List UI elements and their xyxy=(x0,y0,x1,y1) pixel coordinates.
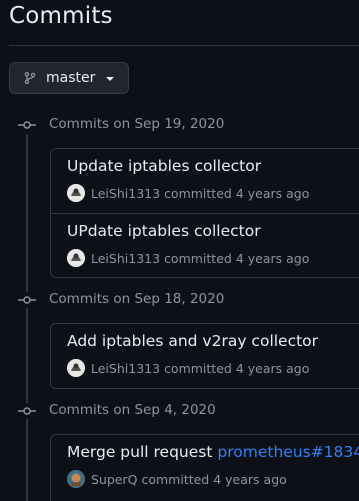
git-branch-icon xyxy=(23,71,37,85)
commit-author[interactable]: LeiShi1313 xyxy=(91,361,160,376)
git-commit-icon xyxy=(18,292,36,308)
commit-time: 4 years ago xyxy=(213,471,287,487)
commit-group-date: Commits on Sep 18, 2020 xyxy=(49,291,225,307)
git-commit-icon xyxy=(18,403,36,419)
commit-row: UPdate iptables collector LeiShi1313 com… xyxy=(51,213,359,277)
timeline-line xyxy=(26,134,28,501)
git-commit-icon xyxy=(18,117,36,133)
commit-row: Add iptables and v2ray collector LeiShi1… xyxy=(51,324,359,388)
commit-meta: LeiShi1313 committed 4 years ago xyxy=(67,359,309,377)
pull-request-link[interactable]: prometheus#1834 xyxy=(217,443,359,461)
commit-group-date: Commits on Sep 19, 2020 xyxy=(49,116,225,132)
commit-time: 4 years ago xyxy=(235,185,310,201)
avatar[interactable] xyxy=(67,470,85,488)
avatar[interactable] xyxy=(67,184,85,202)
commit-author[interactable]: LeiShi1313 xyxy=(91,251,160,266)
commit-message[interactable]: Add iptables and v2ray collector xyxy=(67,332,318,350)
commit-row: Merge pull request prometheus#1834 f Sup… xyxy=(51,435,359,499)
commit-action: committed xyxy=(164,250,232,266)
commit-action: committed xyxy=(164,185,232,201)
commit-time: 4 years ago xyxy=(235,250,310,266)
commit-message-prefix: Merge pull request xyxy=(67,443,218,461)
commit-author[interactable]: LeiShi1313 xyxy=(91,186,160,201)
page-title: Commits xyxy=(9,3,113,29)
commit-group-heading: Commits on Sep 18, 2020 xyxy=(0,288,359,312)
commits-page: Commits master Commits on Sep 19, 2020 U… xyxy=(0,0,359,501)
commit-list-box: Add iptables and v2ray collector LeiShi1… xyxy=(50,323,359,389)
branch-select-button[interactable]: master xyxy=(9,62,129,94)
commit-row: Update iptables collector LeiShi1313 com… xyxy=(51,149,359,213)
branch-name: master xyxy=(46,70,96,86)
commit-time: 4 years ago xyxy=(235,360,310,376)
commit-group-heading: Commits on Sep 19, 2020 xyxy=(0,113,359,137)
commit-message[interactable]: Update iptables collector xyxy=(67,157,261,175)
commit-group-heading: Commits on Sep 4, 2020 xyxy=(0,399,359,423)
commit-message[interactable]: UPdate iptables collector xyxy=(67,222,261,240)
commit-group-date: Commits on Sep 4, 2020 xyxy=(49,402,216,418)
chevron-down-icon xyxy=(106,77,115,81)
commit-action: committed xyxy=(141,471,210,487)
avatar[interactable] xyxy=(67,359,85,377)
commit-list-box: Merge pull request prometheus#1834 f Sup… xyxy=(50,434,359,501)
commit-list-box: Update iptables collector LeiShi1313 com… xyxy=(50,148,359,278)
commit-message[interactable]: Merge pull request prometheus#1834 f xyxy=(67,443,359,461)
commit-action: committed xyxy=(164,360,232,376)
commit-meta: SuperQ committed 4 years ago xyxy=(67,470,287,488)
title-divider xyxy=(9,45,359,46)
commit-author[interactable]: SuperQ xyxy=(91,472,137,487)
avatar[interactable] xyxy=(67,249,85,267)
commit-meta: LeiShi1313 committed 4 years ago xyxy=(67,184,309,202)
commit-meta: LeiShi1313 committed 4 years ago xyxy=(67,249,309,267)
